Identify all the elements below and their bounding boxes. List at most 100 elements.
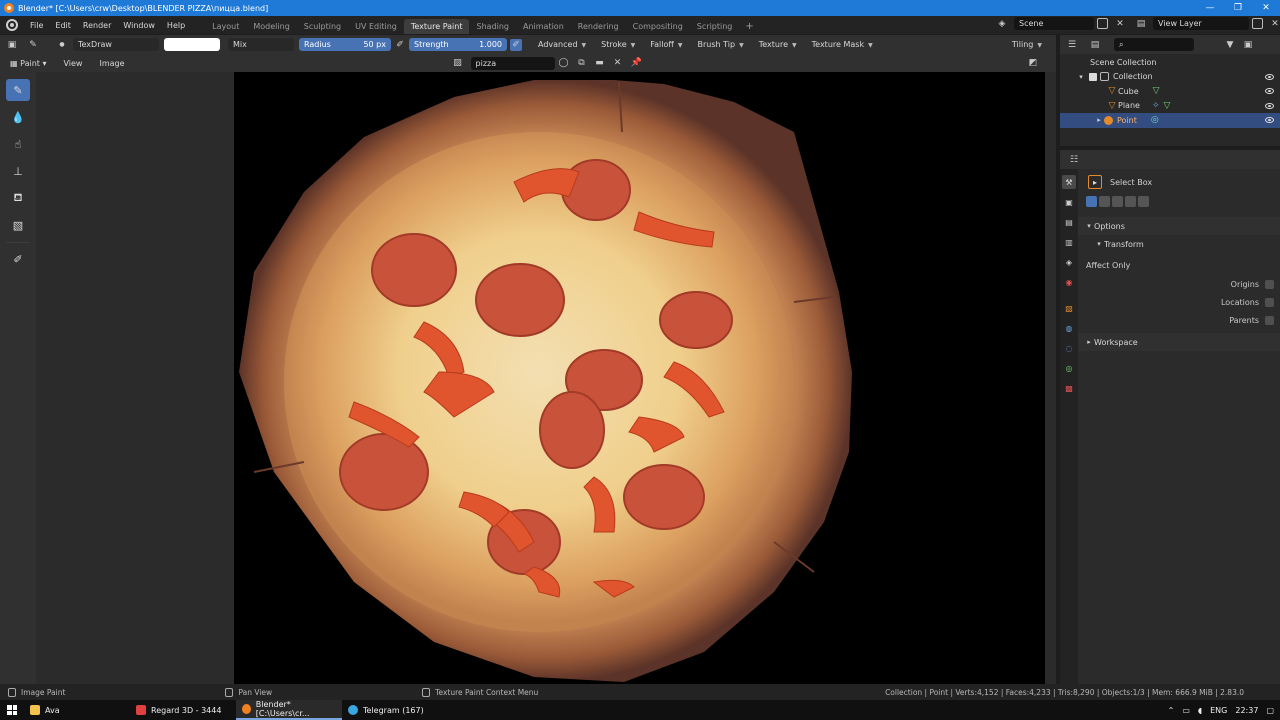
menu-help[interactable]: Help [161, 21, 191, 30]
locations-row[interactable]: Locations [1078, 293, 1280, 311]
new-scene-icon[interactable] [1097, 18, 1108, 29]
fake-user-icon[interactable]: ◯ [558, 57, 570, 69]
outliner-editor-icon[interactable]: ☰ [1066, 39, 1078, 51]
visibility-eye-icon[interactable] [1265, 88, 1274, 95]
outliner-search-input[interactable]: ⌕ [1114, 38, 1194, 51]
visibility-eye-icon[interactable] [1265, 73, 1274, 80]
menu-edit[interactable]: Edit [49, 21, 77, 30]
tab-compositing[interactable]: Compositing [626, 19, 690, 34]
volume-icon[interactable]: ◖ [1198, 706, 1202, 715]
tab-rendering[interactable]: Rendering [571, 19, 626, 34]
mode-dropdown[interactable]: ▦ Paint ▾ [6, 59, 50, 68]
outliner-row-cube[interactable]: ▽ Cube ▽ [1060, 84, 1280, 99]
tab-uv-editing[interactable]: UV Editing [348, 19, 404, 34]
light-data-icon[interactable]: ◎ [1151, 115, 1159, 125]
mode-invert-icon[interactable] [1125, 195, 1136, 207]
texture-mask-menu[interactable]: Texture Mask ▼ [806, 38, 878, 51]
output-tab-icon[interactable]: ▤ [1062, 215, 1076, 229]
tab-layout[interactable]: Layout [205, 19, 246, 34]
strength-slider[interactable]: Strength 1.000 [409, 38, 507, 51]
draw-brush-icon[interactable]: ✎ [6, 79, 30, 101]
brush-icon[interactable]: ✎ [27, 39, 39, 51]
display-mode-icon[interactable]: ▤ [1089, 39, 1101, 51]
view-layer-tab-icon[interactable]: ▥ [1062, 235, 1076, 249]
network-icon[interactable]: ▭ [1182, 706, 1190, 715]
render-tab-icon[interactable]: ▣ [1062, 195, 1076, 209]
texture-menu[interactable]: Texture ▼ [753, 38, 802, 51]
expand-arrow-icon[interactable]: ▸ [1094, 116, 1104, 124]
tab-scripting[interactable]: Scripting [690, 19, 740, 34]
notifications-icon[interactable]: ▢ [1266, 706, 1274, 715]
mesh-data-icon[interactable]: ▽ [1164, 101, 1171, 111]
pin-icon[interactable]: 📌 [631, 57, 643, 69]
minimize-button[interactable]: — [1196, 0, 1224, 16]
origins-checkbox[interactable] [1265, 279, 1274, 289]
constraints-tab-icon[interactable]: ◌ [1062, 341, 1076, 355]
object-tab-icon[interactable]: ▧ [1062, 301, 1076, 315]
visibility-eye-icon[interactable] [1265, 102, 1274, 109]
checkbox-icon[interactable] [1089, 72, 1097, 81]
paint-canvas[interactable] [234, 72, 1056, 684]
pressure-radius-icon[interactable]: ✐ [394, 39, 406, 51]
radius-slider[interactable]: Radius 50 px [299, 38, 391, 51]
display-channels-icon[interactable]: ◩ [1027, 57, 1039, 69]
workspace-section-header[interactable]: ▸ Workspace [1078, 333, 1280, 351]
properties-editor-icon[interactable]: ☷ [1068, 154, 1080, 166]
outliner-row-point[interactable]: ▸ Point ◎ [1060, 113, 1280, 128]
view-menu[interactable]: View [59, 59, 86, 68]
texture-tab-icon[interactable]: ▩ [1062, 381, 1076, 395]
scene-tab-icon[interactable]: ◈ [1062, 255, 1076, 269]
select-box-icon[interactable]: ▸ [1088, 175, 1102, 189]
mode-set-icon[interactable] [1086, 195, 1097, 207]
smear-brush-icon[interactable]: ☝ [6, 133, 30, 155]
outliner-row-plane[interactable]: ▽ Plane ✧ ▽ [1060, 99, 1280, 114]
options-section-header[interactable]: ▾ Options [1078, 217, 1280, 235]
add-workspace-button[interactable]: + [739, 19, 759, 34]
brush-tip-menu[interactable]: Brush Tip ▼ [692, 38, 749, 51]
image-name-field[interactable]: pizza [470, 56, 555, 70]
open-image-icon[interactable]: ▬ [594, 57, 606, 69]
expand-arrow-icon[interactable]: ▾ [1076, 73, 1086, 81]
blend-mode-dropdown[interactable]: Mix [228, 38, 294, 51]
parents-row[interactable]: Parents [1078, 311, 1280, 329]
mask-brush-icon[interactable]: ▧ [6, 214, 30, 236]
color-swatch[interactable] [164, 38, 220, 51]
soften-brush-icon[interactable]: 💧 [6, 106, 30, 128]
start-button[interactable] [0, 700, 24, 720]
language-indicator[interactable]: ENG [1210, 706, 1227, 715]
taskbar-item-telegram[interactable]: Telegram (167) [342, 700, 448, 720]
taskbar-item-ava[interactable]: Ava [24, 700, 130, 720]
tray-chevron-icon[interactable]: ⌃ [1168, 706, 1175, 715]
stroke-menu[interactable]: Stroke ▼ [596, 38, 641, 51]
menu-file[interactable]: File [24, 21, 49, 30]
close-button[interactable]: ✕ [1252, 0, 1280, 16]
tab-animation[interactable]: Animation [516, 19, 571, 34]
editor-type-icon[interactable]: ▣ [6, 39, 18, 51]
annotate-icon[interactable]: ✐ [6, 248, 30, 270]
tab-shading[interactable]: Shading [469, 19, 516, 34]
filter-icon[interactable]: ▼ [1224, 39, 1236, 51]
taskbar-item-blender[interactable]: Blender* [C:\Users\cr... [236, 700, 342, 720]
physics-tab-icon[interactable]: ◍ [1062, 321, 1076, 335]
world-tab-icon[interactable]: ◉ [1062, 275, 1076, 289]
light-data-tab-icon[interactable]: ◎ [1062, 361, 1076, 375]
taskbar-item-regard[interactable]: Regard 3D - 3444 [130, 700, 236, 720]
mode-extend-icon[interactable] [1099, 195, 1110, 207]
mode-intersect-icon[interactable] [1138, 195, 1149, 207]
menu-render[interactable]: Render [77, 21, 117, 30]
maximize-button[interactable]: ❐ [1224, 0, 1252, 16]
blender-logo-icon[interactable] [6, 19, 18, 31]
image-menu[interactable]: Image [95, 59, 128, 68]
advanced-menu[interactable]: Advanced ▼ [533, 38, 592, 51]
clone-brush-icon[interactable]: ⊥ [6, 160, 30, 182]
fill-brush-icon[interactable]: ⛾ [6, 187, 30, 209]
brush-name-field[interactable]: TexDraw [73, 38, 159, 51]
remove-view-layer-icon[interactable]: ✕ [1269, 18, 1280, 30]
mesh-data-icon[interactable]: ▽ [1153, 86, 1160, 96]
pressure-strength-icon[interactable]: ✐ [510, 38, 522, 51]
tab-texture-paint[interactable]: Texture Paint [403, 19, 470, 34]
scene-name-field[interactable]: Scene [1014, 17, 1094, 30]
outliner-row-collection[interactable]: ▾ Collection [1060, 70, 1280, 85]
duplicate-image-icon[interactable]: ⧉ [576, 57, 588, 69]
image-browse-icon[interactable]: ▨ [452, 57, 464, 69]
